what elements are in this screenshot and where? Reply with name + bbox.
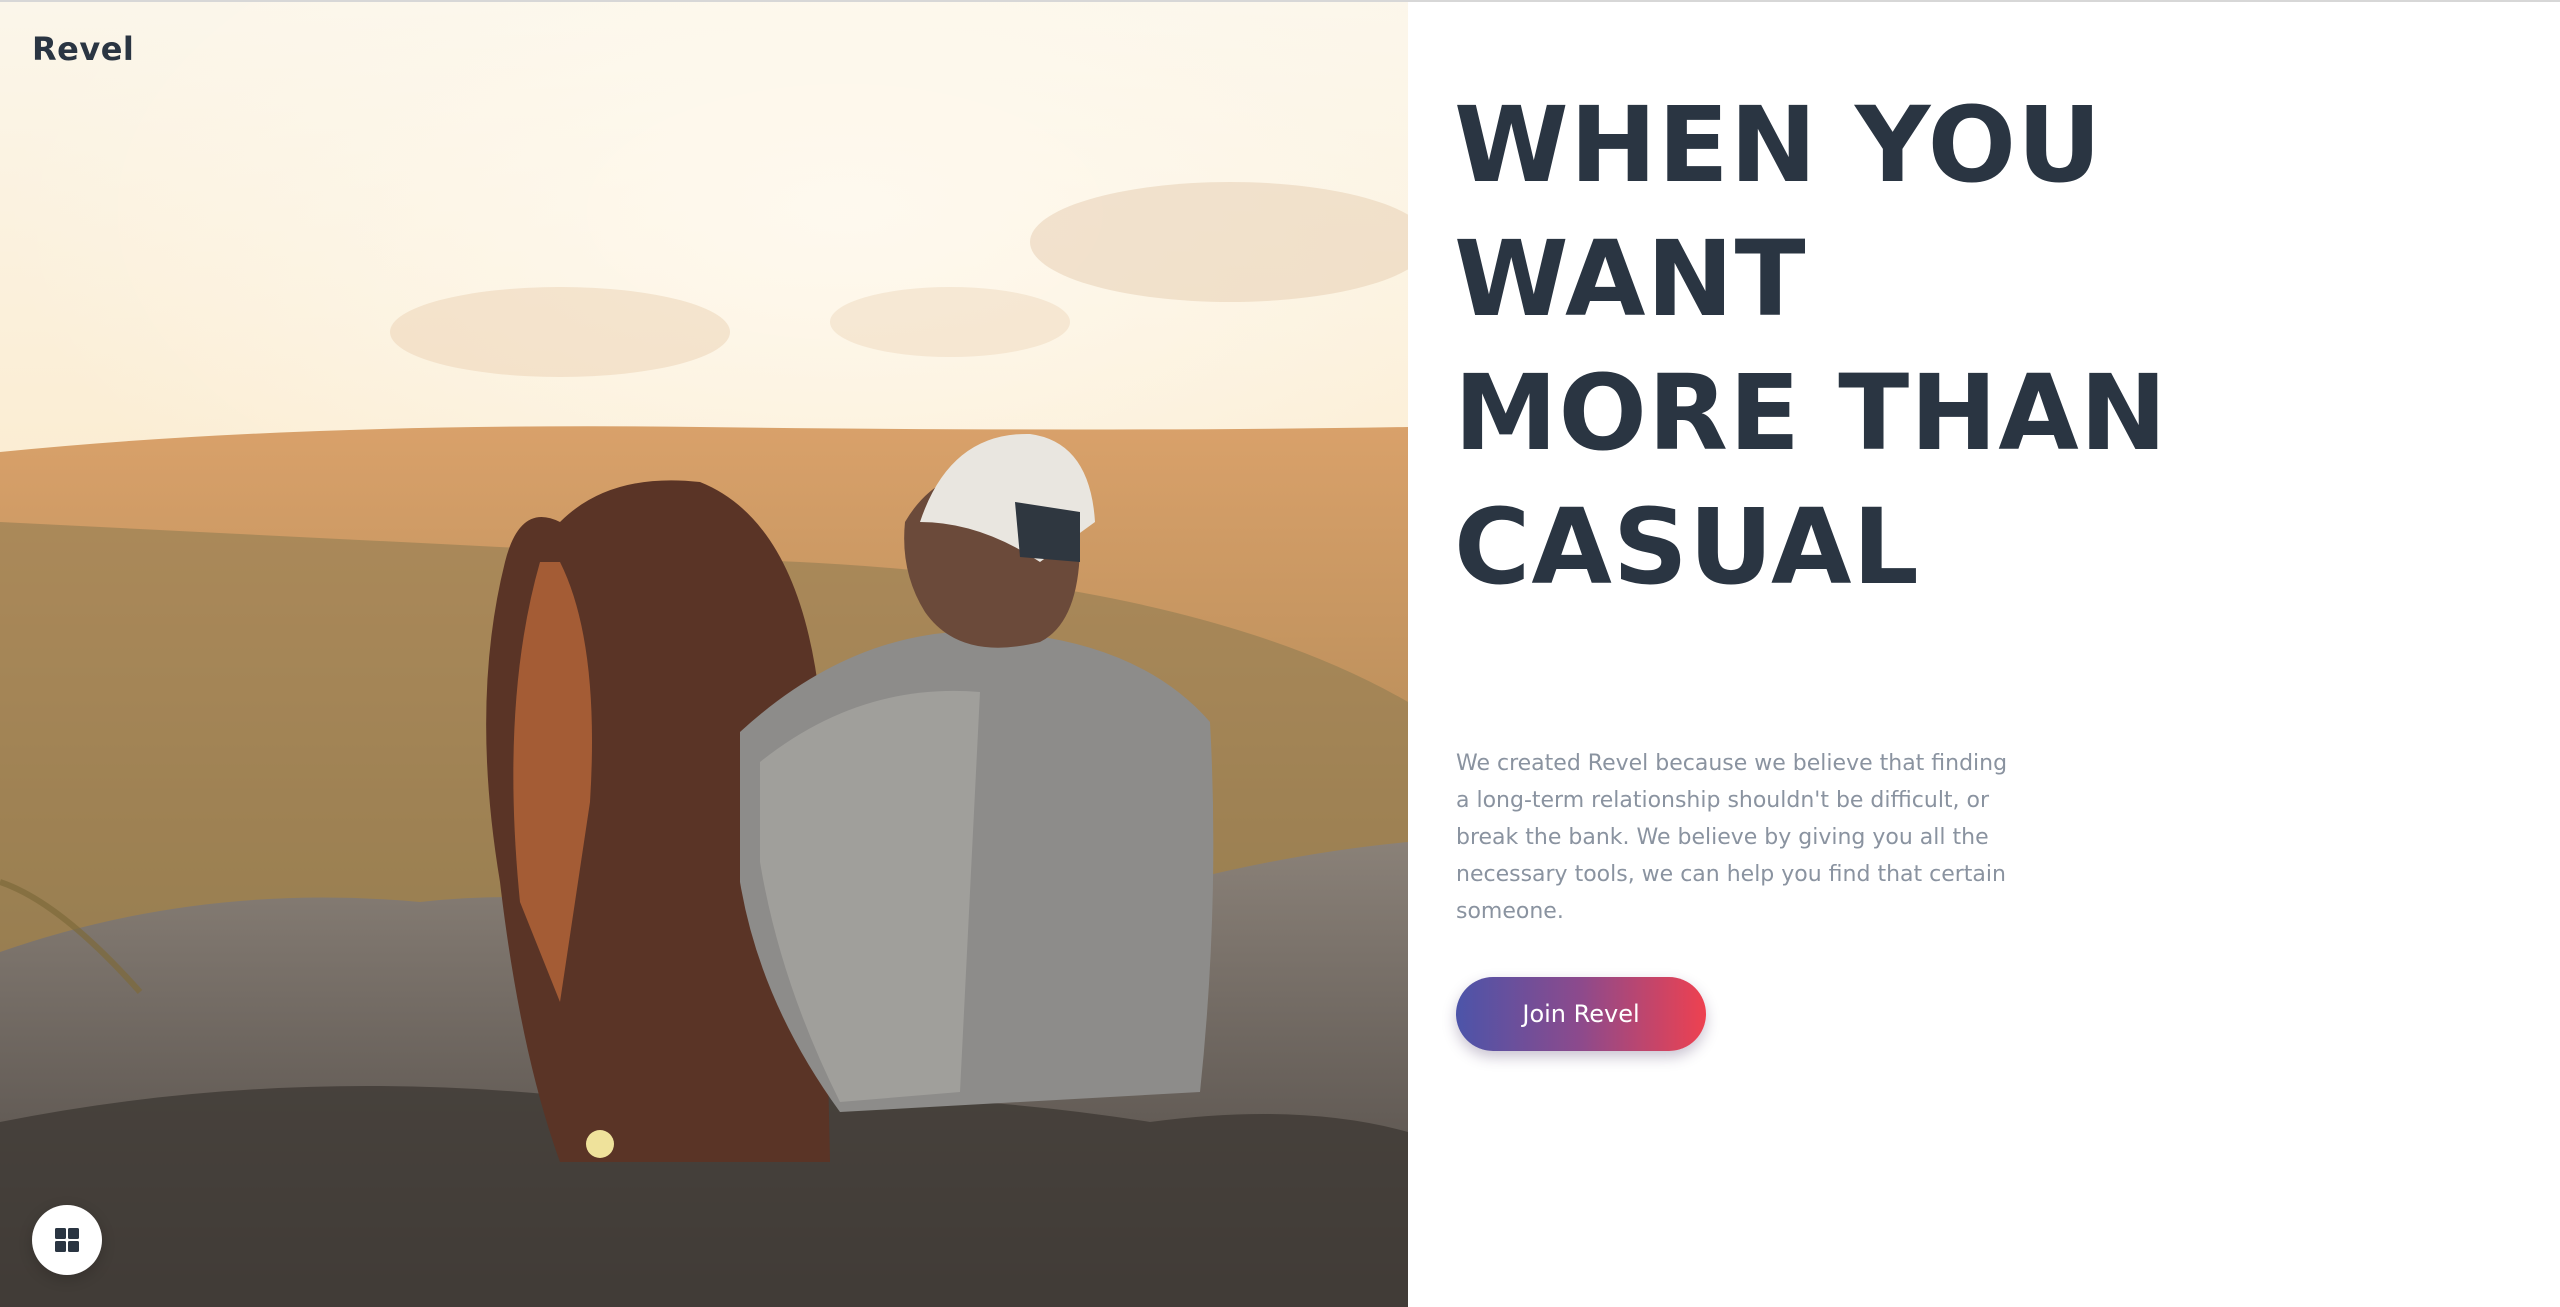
top-border — [0, 0, 2560, 2]
hero-image — [0, 2, 1408, 1307]
hero-headline: WHEN YOU WANT MORE THAN CASUAL — [1454, 78, 2454, 614]
grid-icon — [55, 1228, 79, 1252]
headline-line: MORE THAN — [1454, 352, 2168, 474]
join-revel-button[interactable]: Join Revel — [1456, 977, 1706, 1051]
headline-line: WHEN YOU — [1454, 84, 2103, 206]
headline-line: WANT — [1454, 218, 1807, 340]
hero-description: We created Revel because we believe that… — [1456, 751, 2008, 924]
brand-logo[interactable]: Revel — [32, 30, 134, 68]
headline-line: CASUAL — [1454, 486, 1920, 608]
apps-menu-button[interactable] — [32, 1205, 102, 1275]
